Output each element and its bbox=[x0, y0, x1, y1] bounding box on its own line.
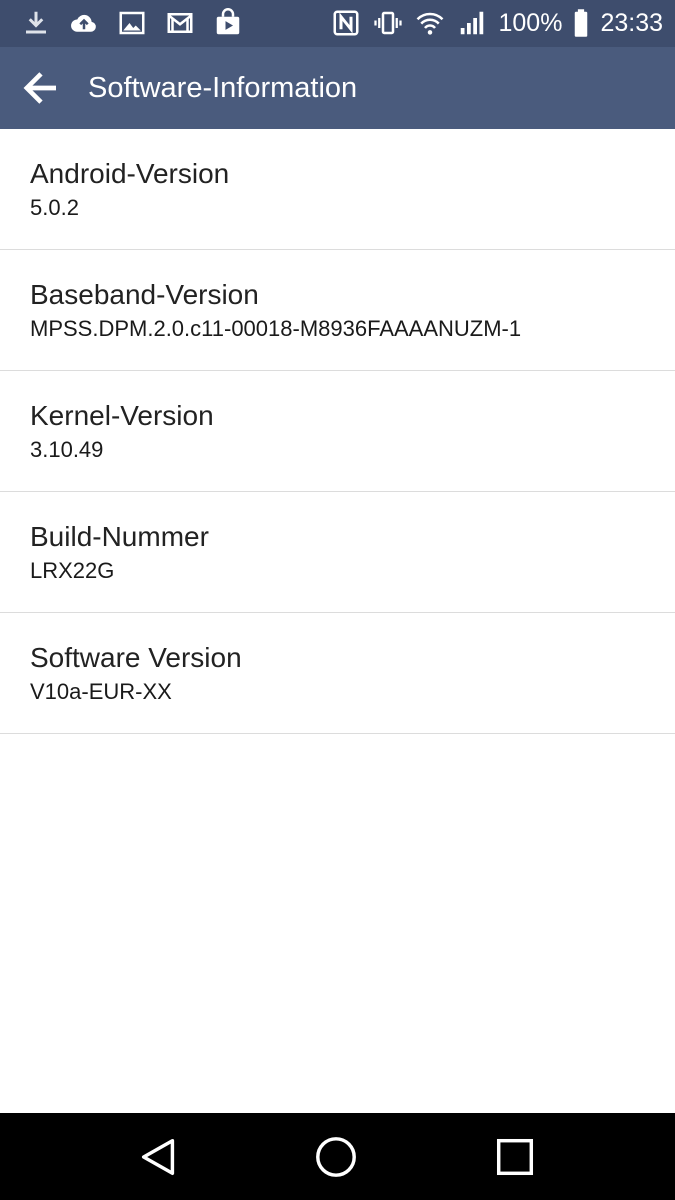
image-icon bbox=[116, 7, 148, 39]
nav-recents-button[interactable] bbox=[491, 1133, 539, 1181]
download-icon bbox=[20, 7, 52, 39]
nav-recents-square-icon bbox=[496, 1138, 534, 1176]
item-title: Software Version bbox=[30, 642, 242, 673]
list-item-baseband-version[interactable]: Baseband-Version MPSS.DPM.2.0.c11-00018-… bbox=[0, 250, 675, 371]
action-bar: Software-Information bbox=[0, 47, 675, 129]
play-store-icon bbox=[212, 7, 244, 39]
item-value: 5.0.2 bbox=[30, 195, 79, 220]
wifi-icon bbox=[414, 7, 446, 39]
page-title: Software-Information bbox=[88, 72, 358, 104]
navigation-bar bbox=[0, 1113, 675, 1200]
item-value: V10a-EUR-XX bbox=[30, 679, 172, 704]
item-value: MPSS.DPM.2.0.c11-00018-M8936FAAAANUZM-1 bbox=[30, 316, 522, 341]
item-title: Build-Nummer bbox=[30, 521, 209, 552]
signal-icon bbox=[456, 7, 488, 39]
nav-back-triangle-icon bbox=[141, 1138, 175, 1176]
notification-icons bbox=[20, 7, 244, 39]
clock: 23:33 bbox=[600, 9, 663, 37]
nfc-icon bbox=[330, 7, 362, 39]
nav-back-button[interactable] bbox=[135, 1133, 183, 1181]
software-info-list: Android-Version 5.0.2 Baseband-Version M… bbox=[0, 129, 675, 734]
battery-percent: 100% bbox=[498, 9, 563, 37]
arrow-left-icon bbox=[23, 72, 56, 104]
status-bar: 100% 23:33 bbox=[0, 0, 675, 47]
battery-icon bbox=[572, 7, 590, 39]
item-title: Android-Version bbox=[30, 158, 230, 189]
gmail-icon bbox=[164, 7, 196, 39]
item-value: 3.10.49 bbox=[30, 437, 104, 462]
vibrate-icon bbox=[372, 7, 404, 39]
nav-home-button[interactable] bbox=[312, 1133, 360, 1181]
list-item-build-number[interactable]: Build-Nummer LRX22G bbox=[0, 492, 675, 613]
item-title: Baseband-Version bbox=[30, 279, 259, 310]
system-status: 100% 23:33 bbox=[330, 7, 663, 39]
nav-home-circle-icon bbox=[316, 1137, 356, 1177]
list-item-android-version[interactable]: Android-Version 5.0.2 bbox=[0, 129, 675, 250]
item-value: LRX22G bbox=[30, 558, 115, 583]
list-item-kernel-version[interactable]: Kernel-Version 3.10.49 bbox=[0, 371, 675, 492]
list-item-software-version[interactable]: Software Version V10a-EUR-XX bbox=[0, 613, 675, 734]
item-title: Kernel-Version bbox=[30, 400, 214, 431]
back-button[interactable] bbox=[18, 65, 64, 111]
cloud-upload-icon bbox=[68, 7, 100, 39]
screen: 100% 23:33 Software-Information Android-… bbox=[0, 0, 675, 1200]
